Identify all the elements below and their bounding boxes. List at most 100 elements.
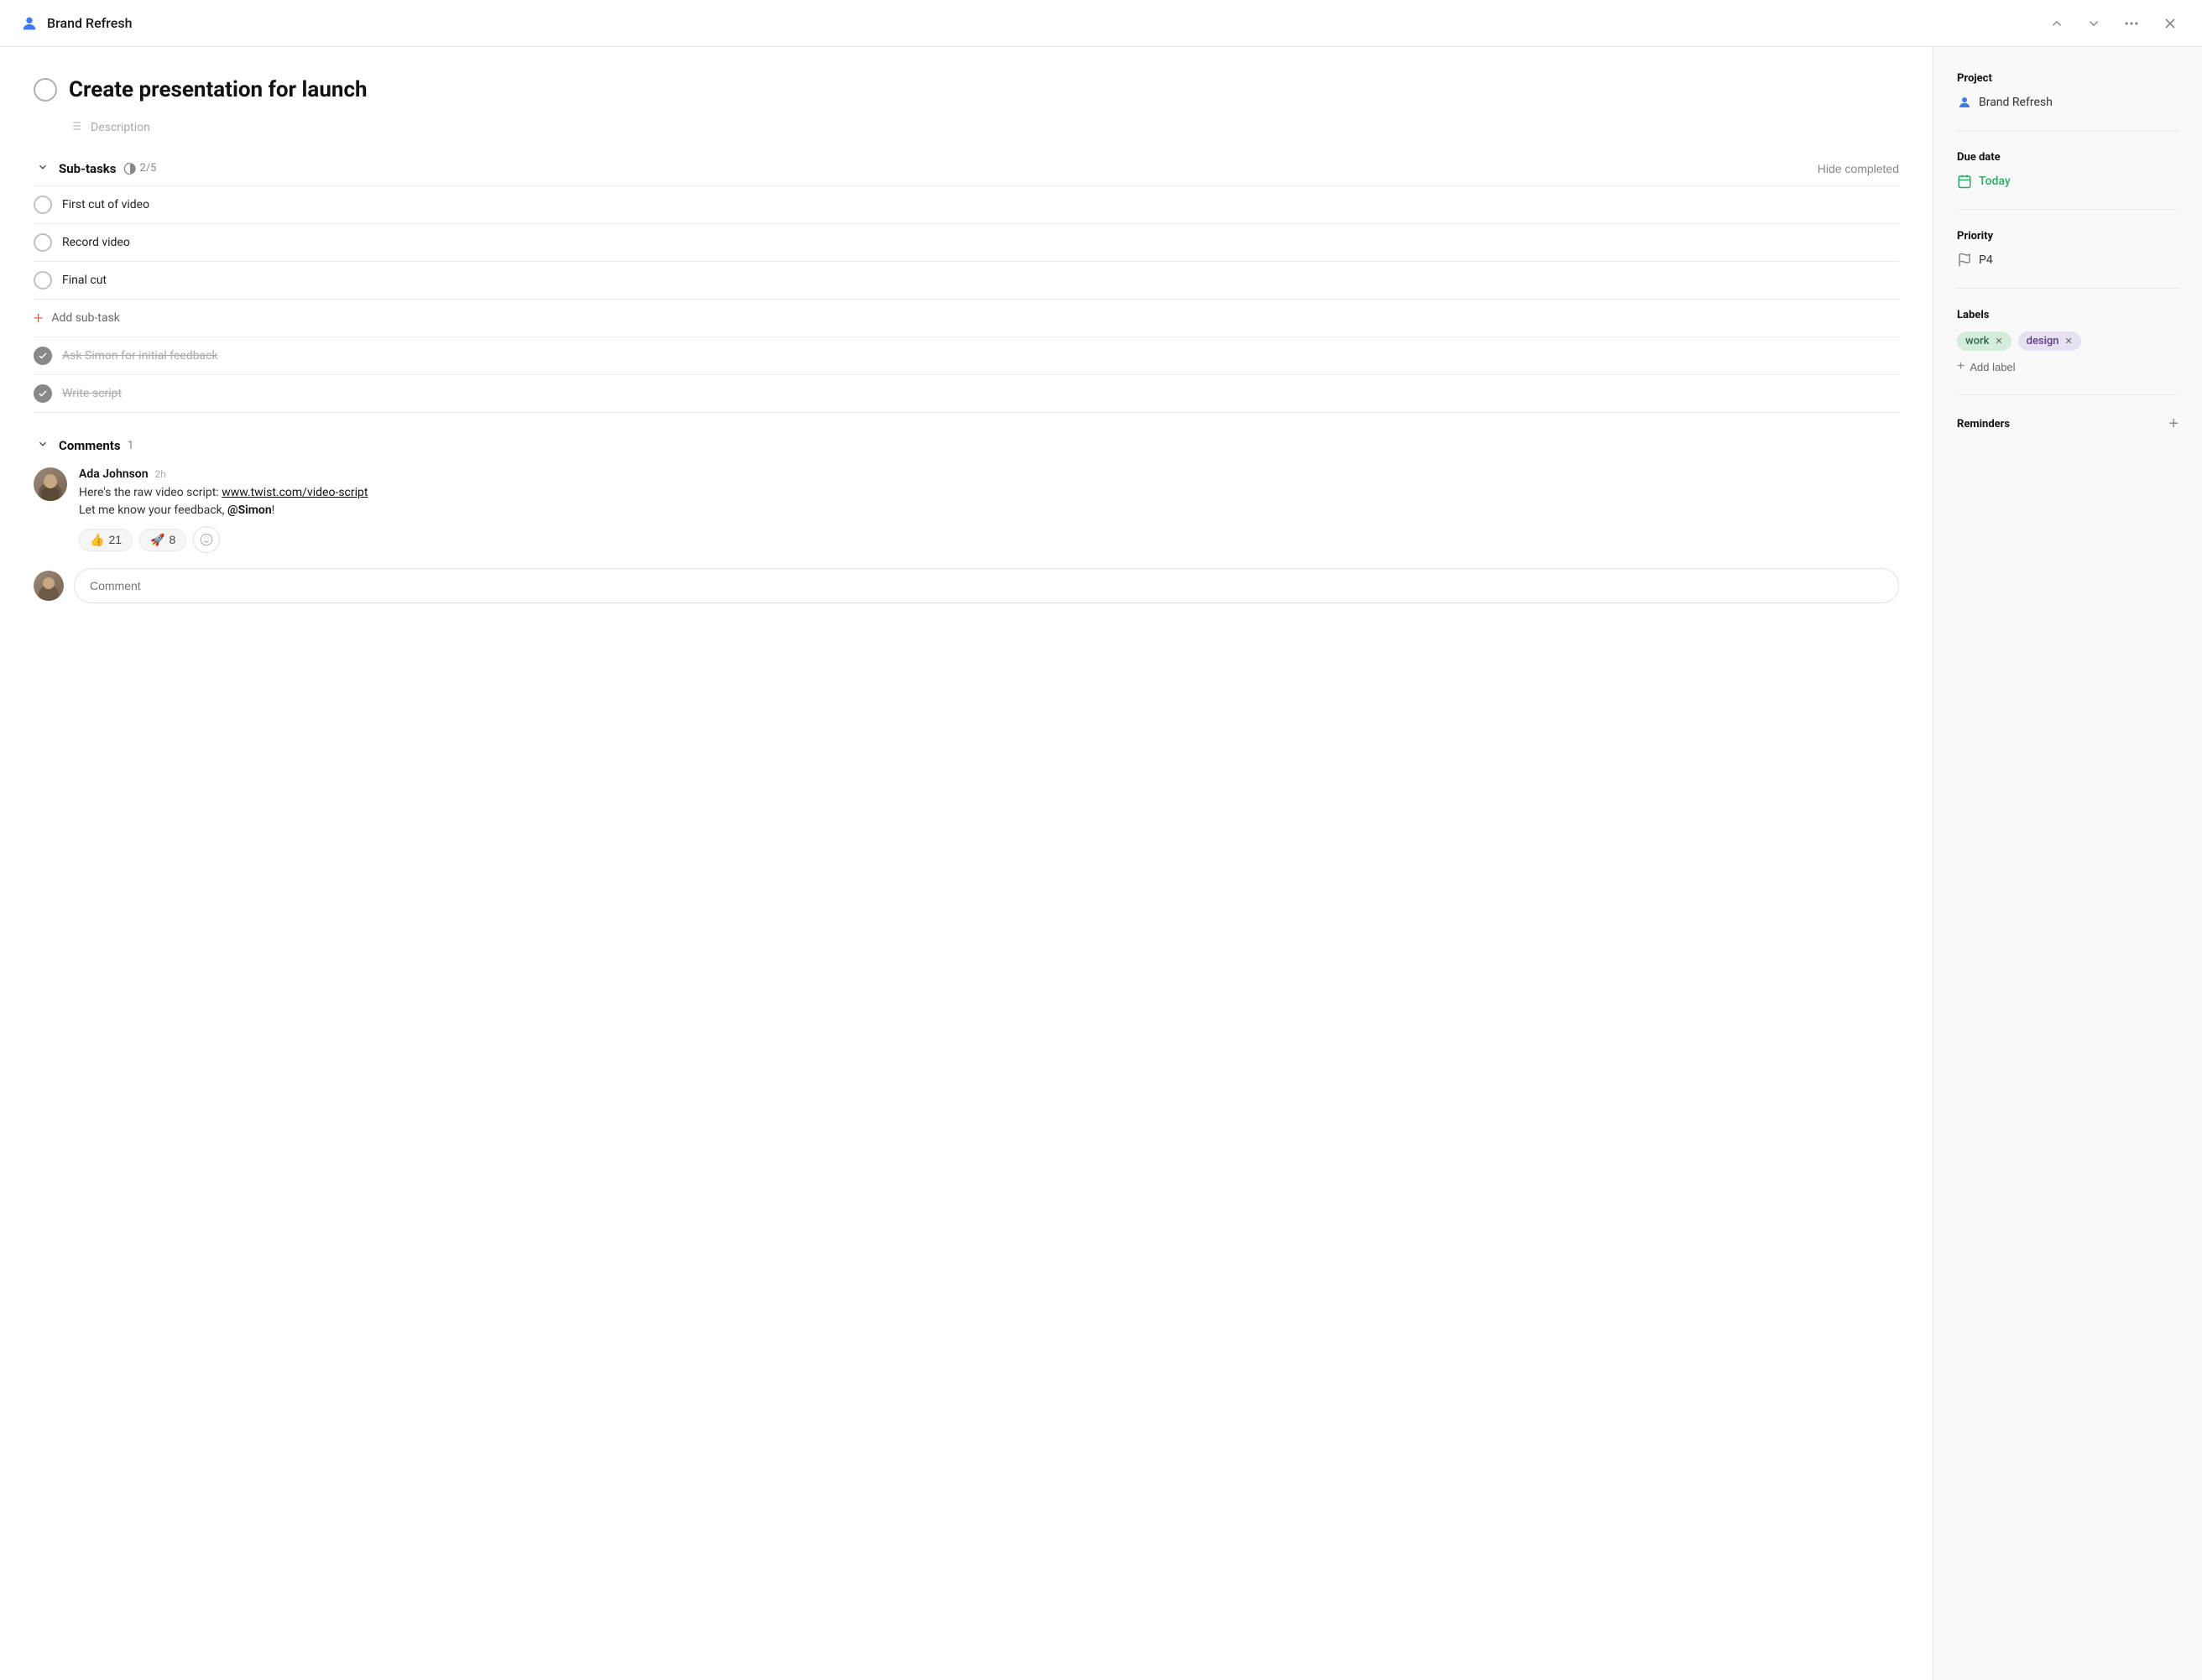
subtasks-count-badge: 2/5 [123, 162, 157, 175]
labels-section: Labels work ✕ design ✕ + Add label [1957, 309, 2179, 395]
comment-author: Ada Johnson [79, 467, 149, 481]
subtask-label-1: First cut of video [62, 198, 149, 211]
reaction-thumbsup[interactable]: 👍 21 [79, 529, 133, 551]
subtask-checkbox-4[interactable] [34, 347, 52, 365]
project-value: Brand Refresh [1957, 95, 2179, 110]
comment-meta: Ada Johnson 2h [79, 467, 1899, 481]
due-date-value: Today [1957, 174, 2179, 189]
subtask-checkbox-5[interactable] [34, 384, 52, 403]
subtask-checkbox-1[interactable] [34, 196, 52, 214]
plus-icon: + [34, 310, 43, 326]
rocket-emoji: 🚀 [150, 533, 164, 547]
reminders-section: Reminders + [1957, 415, 2179, 452]
due-date-text: Today [1979, 175, 2011, 188]
priority-section: Priority P4 [1957, 230, 2179, 289]
nav-down-button[interactable] [2083, 13, 2105, 34]
label-work: work ✕ [1957, 331, 2012, 351]
topbar-left: Brand Refresh [20, 14, 133, 33]
comment-input[interactable] [74, 568, 1899, 603]
reaction-bar: 👍 21 🚀 8 [79, 526, 1899, 553]
comment-link[interactable]: www.twist.com/video-script [222, 486, 368, 499]
more-options-button[interactable] [2120, 12, 2143, 35]
subtasks-header-left: Sub-tasks 2/5 [34, 159, 157, 177]
subtask-checkbox-3[interactable] [34, 271, 52, 290]
subtask-item: Write script [34, 375, 1899, 413]
reaction-rocket[interactable]: 🚀 8 [139, 529, 186, 551]
subtask-item: Record video [34, 224, 1899, 262]
comments-collapse-button[interactable] [34, 436, 52, 454]
reminders-add-button[interactable]: + [2168, 415, 2179, 432]
comment-mention: @Simon [227, 503, 272, 517]
hide-completed-button[interactable]: Hide completed [1818, 162, 1899, 175]
topbar-right [2046, 12, 2182, 35]
label-design-remove[interactable]: ✕ [2065, 336, 2073, 347]
label-work-text: work [1965, 335, 1989, 347]
subtask-label-3: Final cut [62, 274, 107, 287]
subtask-label-2: Record video [62, 236, 130, 249]
add-reaction-button[interactable] [193, 526, 220, 553]
task-title: Create presentation for launch [69, 77, 368, 102]
left-panel: Create presentation for launch Descripti… [0, 47, 1933, 1680]
topbar-title: Brand Refresh [47, 15, 133, 31]
labels-row: work ✕ design ✕ [1957, 331, 2179, 351]
labels-label: Labels [1957, 309, 2179, 321]
subtask-list: First cut of video Record video Final cu… [34, 185, 1899, 413]
main-layout: Create presentation for launch Descripti… [0, 47, 2202, 1680]
calendar-icon [1957, 174, 1972, 189]
priority-value: P4 [1957, 253, 2179, 268]
comment-input-row [34, 568, 1899, 603]
comment-time: 2h [155, 468, 166, 480]
topbar: Brand Refresh [0, 0, 2202, 47]
project-section: Project Brand Refresh [1957, 72, 2179, 131]
description-icon [69, 119, 82, 136]
subtask-item: First cut of video [34, 185, 1899, 224]
comment-avatar [34, 467, 67, 501]
add-label-button[interactable]: + Add label [1957, 359, 2016, 374]
add-subtask-label: Add sub-task [51, 311, 120, 325]
priority-label: Priority [1957, 230, 2179, 243]
subtask-item: Final cut [34, 262, 1899, 300]
comments-header: Comments 1 [34, 436, 1899, 454]
description-row[interactable]: Description [69, 119, 1899, 136]
task-complete-checkbox[interactable] [34, 78, 57, 102]
comment-text: Here's the raw video script: www.twist.c… [79, 484, 1899, 519]
thumbsup-emoji: 👍 [90, 533, 104, 547]
due-date-label: Due date [1957, 151, 2179, 164]
close-button[interactable] [2158, 12, 2182, 35]
subtask-checkbox-2[interactable] [34, 233, 52, 252]
label-design: design ✕ [2018, 331, 2081, 351]
due-date-section: Due date Today [1957, 151, 2179, 210]
half-circle-icon [123, 162, 137, 175]
priority-text: P4 [1979, 253, 1993, 267]
subtasks-title: Sub-tasks [59, 161, 117, 176]
user-icon [20, 14, 39, 33]
subtasks-count-text: 2/5 [140, 162, 157, 175]
add-subtask-row[interactable]: + Add sub-task [34, 300, 1899, 337]
nav-up-button[interactable] [2046, 13, 2068, 34]
project-name: Brand Refresh [1979, 96, 2053, 109]
description-placeholder: Description [91, 121, 150, 134]
label-work-remove[interactable]: ✕ [1995, 336, 2002, 347]
project-user-icon [1957, 95, 1972, 110]
comments-count-badge: 1 [128, 439, 134, 452]
thumbsup-count: 21 [108, 533, 122, 546]
flag-icon [1957, 253, 1972, 268]
subtasks-collapse-button[interactable] [34, 159, 52, 177]
add-label-plus-icon: + [1957, 359, 1965, 374]
comments-section: Comments 1 Ada Johnson 2h Here's the raw… [34, 436, 1899, 603]
comment-body: Ada Johnson 2h Here's the raw video scri… [79, 467, 1899, 553]
rocket-count: 8 [169, 533, 175, 546]
subtask-label-4: Ask Simon for initial feedback [62, 349, 218, 363]
reminders-label: Reminders [1957, 418, 2010, 430]
comment-item: Ada Johnson 2h Here's the raw video scri… [34, 467, 1899, 553]
comments-title: Comments [59, 438, 121, 453]
subtask-label-5: Write script [62, 387, 122, 400]
project-label: Project [1957, 72, 2179, 85]
task-title-row: Create presentation for launch [34, 77, 1899, 102]
right-panel: Project Brand Refresh Due date Today [1933, 47, 2202, 1680]
current-user-avatar [34, 571, 64, 601]
subtask-item: Ask Simon for initial feedback [34, 337, 1899, 375]
add-label-text: Add label [1970, 361, 2015, 373]
subtasks-section-header: Sub-tasks 2/5 Hide completed [34, 159, 1899, 177]
label-design-text: design [2027, 335, 2059, 347]
